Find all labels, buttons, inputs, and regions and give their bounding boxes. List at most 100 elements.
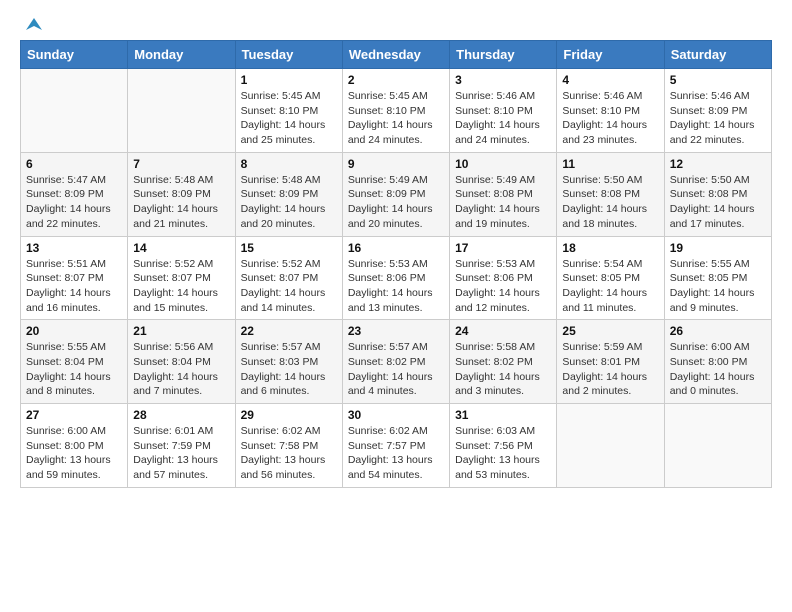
day-number: 3 — [455, 73, 551, 87]
day-info: Sunrise: 5:51 AM Sunset: 8:07 PM Dayligh… — [26, 257, 122, 316]
calendar-cell: 29 Sunrise: 6:02 AM Sunset: 7:58 PM Dayli… — [235, 404, 342, 488]
calendar-cell: 3 Sunrise: 5:46 AM Sunset: 8:10 PM Daylig… — [450, 69, 557, 153]
calendar-cell: 27 Sunrise: 6:00 AM Sunset: 8:00 PM Dayli… — [21, 404, 128, 488]
calendar-cell: 17 Sunrise: 5:53 AM Sunset: 8:06 PM Dayli… — [450, 236, 557, 320]
day-number: 14 — [133, 241, 229, 255]
day-number: 15 — [241, 241, 337, 255]
day-info: Sunrise: 6:02 AM Sunset: 7:57 PM Dayligh… — [348, 424, 444, 483]
calendar-cell: 22 Sunrise: 5:57 AM Sunset: 8:03 PM Dayli… — [235, 320, 342, 404]
day-info: Sunrise: 6:00 AM Sunset: 8:00 PM Dayligh… — [26, 424, 122, 483]
calendar-cell: 23 Sunrise: 5:57 AM Sunset: 8:02 PM Dayli… — [342, 320, 449, 404]
calendar-cell: 9Sunrise: 5:49 AM Sunset: 8:09 PM Daylig… — [342, 152, 449, 236]
day-info: Sunrise: 5:58 AM Sunset: 8:02 PM Dayligh… — [455, 340, 551, 399]
calendar-cell: 10 Sunrise: 5:49 AM Sunset: 8:08 PM Dayli… — [450, 152, 557, 236]
day-info: Sunrise: 5:53 AM Sunset: 8:06 PM Dayligh… — [455, 257, 551, 316]
calendar-week-5: 27 Sunrise: 6:00 AM Sunset: 8:00 PM Dayli… — [21, 404, 772, 488]
day-number: 29 — [241, 408, 337, 422]
day-info: Sunrise: 5:46 AM Sunset: 8:09 PM Dayligh… — [670, 89, 766, 148]
calendar-cell: 28 Sunrise: 6:01 AM Sunset: 7:59 PM Dayli… — [128, 404, 235, 488]
day-number: 4 — [562, 73, 658, 87]
day-number: 12 — [670, 157, 766, 171]
day-info: Sunrise: 6:01 AM Sunset: 7:59 PM Dayligh… — [133, 424, 229, 483]
calendar-cell: 14 Sunrise: 5:52 AM Sunset: 8:07 PM Dayli… — [128, 236, 235, 320]
day-number: 10 — [455, 157, 551, 171]
col-header-thursday: Thursday — [450, 41, 557, 69]
day-info: Sunrise: 5:46 AM Sunset: 8:10 PM Dayligh… — [562, 89, 658, 148]
day-info: Sunrise: 5:52 AM Sunset: 8:07 PM Dayligh… — [241, 257, 337, 316]
day-number: 24 — [455, 324, 551, 338]
day-info: Sunrise: 5:57 AM Sunset: 8:02 PM Dayligh… — [348, 340, 444, 399]
day-info: Sunrise: 5:45 AM Sunset: 8:10 PM Dayligh… — [348, 89, 444, 148]
day-info: Sunrise: 5:48 AM Sunset: 8:09 PM Dayligh… — [241, 173, 337, 232]
col-header-tuesday: Tuesday — [235, 41, 342, 69]
calendar-cell — [557, 404, 664, 488]
day-number: 28 — [133, 408, 229, 422]
calendar-cell: 18 Sunrise: 5:54 AM Sunset: 8:05 PM Dayli… — [557, 236, 664, 320]
calendar-cell — [664, 404, 771, 488]
col-header-monday: Monday — [128, 41, 235, 69]
day-number: 19 — [670, 241, 766, 255]
day-info: Sunrise: 6:02 AM Sunset: 7:58 PM Dayligh… — [241, 424, 337, 483]
day-number: 26 — [670, 324, 766, 338]
calendar-cell — [128, 69, 235, 153]
day-number: 21 — [133, 324, 229, 338]
calendar-cell: 4 Sunrise: 5:46 AM Sunset: 8:10 PM Daylig… — [557, 69, 664, 153]
day-number: 16 — [348, 241, 444, 255]
day-number: 31 — [455, 408, 551, 422]
calendar-cell: 30 Sunrise: 6:02 AM Sunset: 7:57 PM Dayli… — [342, 404, 449, 488]
calendar-week-1: 1 Sunrise: 5:45 AM Sunset: 8:10 PM Daylig… — [21, 69, 772, 153]
calendar-cell: 5Sunrise: 5:46 AM Sunset: 8:09 PM Daylig… — [664, 69, 771, 153]
day-number: 2 — [348, 73, 444, 87]
day-info: Sunrise: 5:55 AM Sunset: 8:05 PM Dayligh… — [670, 257, 766, 316]
logo-bird-icon — [22, 16, 44, 32]
day-info: Sunrise: 5:52 AM Sunset: 8:07 PM Dayligh… — [133, 257, 229, 316]
day-number: 25 — [562, 324, 658, 338]
day-info: Sunrise: 5:54 AM Sunset: 8:05 PM Dayligh… — [562, 257, 658, 316]
col-header-saturday: Saturday — [664, 41, 771, 69]
day-number: 6 — [26, 157, 122, 171]
calendar-header: SundayMondayTuesdayWednesdayThursdayFrid… — [21, 41, 772, 69]
calendar-cell — [21, 69, 128, 153]
day-number: 9 — [348, 157, 444, 171]
day-info: Sunrise: 6:03 AM Sunset: 7:56 PM Dayligh… — [455, 424, 551, 483]
day-info: Sunrise: 5:50 AM Sunset: 8:08 PM Dayligh… — [670, 173, 766, 232]
day-number: 20 — [26, 324, 122, 338]
calendar-cell: 19 Sunrise: 5:55 AM Sunset: 8:05 PM Dayli… — [664, 236, 771, 320]
day-info: Sunrise: 5:53 AM Sunset: 8:06 PM Dayligh… — [348, 257, 444, 316]
day-info: Sunrise: 5:59 AM Sunset: 8:01 PM Dayligh… — [562, 340, 658, 399]
day-info: Sunrise: 5:47 AM Sunset: 8:09 PM Dayligh… — [26, 173, 122, 232]
day-number: 18 — [562, 241, 658, 255]
col-header-friday: Friday — [557, 41, 664, 69]
day-number: 23 — [348, 324, 444, 338]
day-number: 11 — [562, 157, 658, 171]
day-info: Sunrise: 5:46 AM Sunset: 8:10 PM Dayligh… — [455, 89, 551, 148]
day-info: Sunrise: 5:57 AM Sunset: 8:03 PM Dayligh… — [241, 340, 337, 399]
col-header-sunday: Sunday — [21, 41, 128, 69]
day-info: Sunrise: 5:48 AM Sunset: 8:09 PM Dayligh… — [133, 173, 229, 232]
day-info: Sunrise: 5:49 AM Sunset: 8:08 PM Dayligh… — [455, 173, 551, 232]
day-number: 22 — [241, 324, 337, 338]
day-info: Sunrise: 5:55 AM Sunset: 8:04 PM Dayligh… — [26, 340, 122, 399]
calendar-cell: 21 Sunrise: 5:56 AM Sunset: 8:04 PM Dayli… — [128, 320, 235, 404]
calendar-cell: 16 Sunrise: 5:53 AM Sunset: 8:06 PM Dayli… — [342, 236, 449, 320]
calendar-cell: 1 Sunrise: 5:45 AM Sunset: 8:10 PM Daylig… — [235, 69, 342, 153]
day-info: Sunrise: 6:00 AM Sunset: 8:00 PM Dayligh… — [670, 340, 766, 399]
calendar-cell: 25 Sunrise: 5:59 AM Sunset: 8:01 PM Dayli… — [557, 320, 664, 404]
day-number: 30 — [348, 408, 444, 422]
day-number: 1 — [241, 73, 337, 87]
logo — [20, 16, 44, 32]
calendar-cell: 2 Sunrise: 5:45 AM Sunset: 8:10 PM Daylig… — [342, 69, 449, 153]
calendar-cell: 20 Sunrise: 5:55 AM Sunset: 8:04 PM Dayli… — [21, 320, 128, 404]
calendar-week-2: 6 Sunrise: 5:47 AM Sunset: 8:09 PM Daylig… — [21, 152, 772, 236]
day-info: Sunrise: 5:56 AM Sunset: 8:04 PM Dayligh… — [133, 340, 229, 399]
calendar-cell: 11Sunrise: 5:50 AM Sunset: 8:08 PM Dayli… — [557, 152, 664, 236]
calendar-week-3: 13Sunrise: 5:51 AM Sunset: 8:07 PM Dayli… — [21, 236, 772, 320]
calendar-cell: 7 Sunrise: 5:48 AM Sunset: 8:09 PM Daylig… — [128, 152, 235, 236]
day-number: 27 — [26, 408, 122, 422]
calendar-cell: 8Sunrise: 5:48 AM Sunset: 8:09 PM Daylig… — [235, 152, 342, 236]
calendar-cell: 13Sunrise: 5:51 AM Sunset: 8:07 PM Dayli… — [21, 236, 128, 320]
calendar-table: SundayMondayTuesdayWednesdayThursdayFrid… — [20, 40, 772, 488]
day-number: 17 — [455, 241, 551, 255]
day-number: 7 — [133, 157, 229, 171]
day-info: Sunrise: 5:45 AM Sunset: 8:10 PM Dayligh… — [241, 89, 337, 148]
